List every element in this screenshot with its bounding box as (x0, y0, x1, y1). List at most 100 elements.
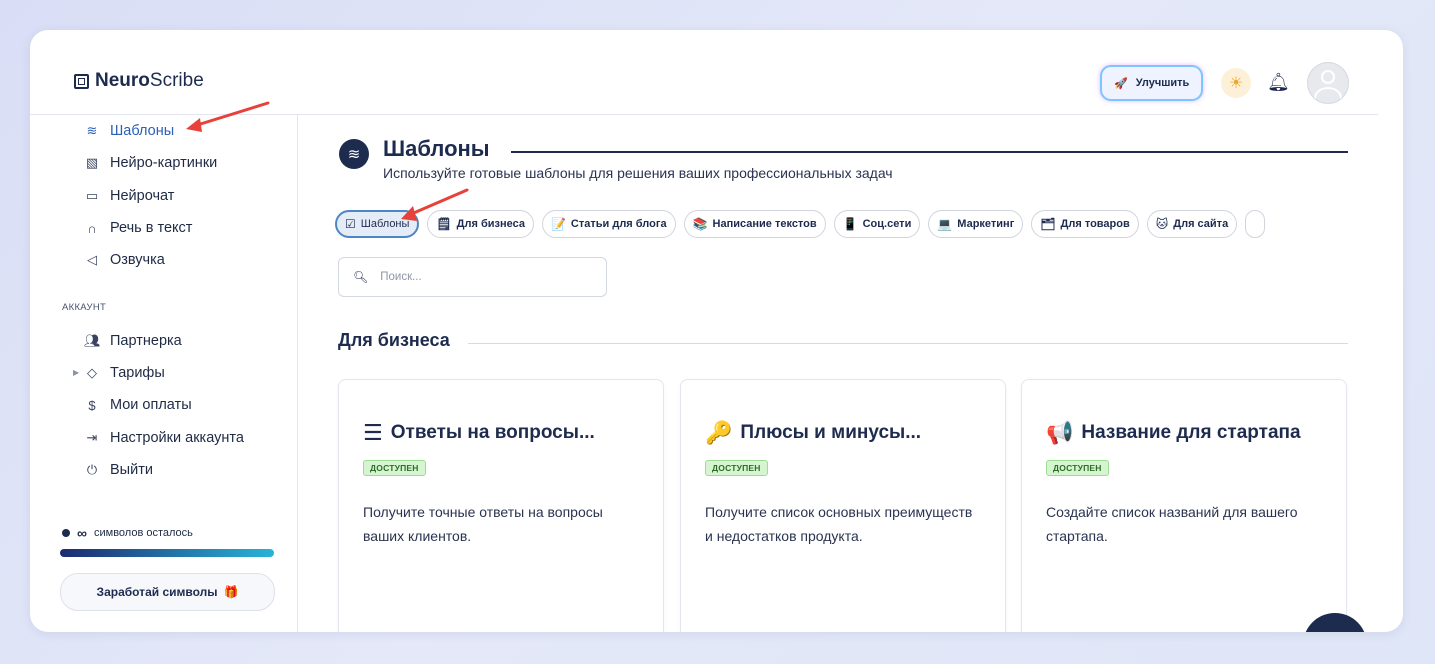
title-divider (511, 151, 1348, 153)
category-chips: ☑ Шаблоны 🗒 Для бизнеса 📝 Статьи для бло… (335, 210, 1266, 238)
logo-regular: Scribe (149, 70, 204, 91)
status-badge: ДОСТУПЕН (1046, 460, 1109, 476)
speaker-icon: ◁ (87, 252, 97, 267)
sidebar-item-voiceover[interactable]: ◁ Озвучка (84, 252, 165, 268)
symbols-progress-fill (60, 549, 274, 557)
logo-icon (74, 73, 89, 89)
symbols-counter: ∞ символов осталось (62, 525, 193, 541)
sidebar-item-label: Шаблоны (110, 123, 175, 139)
page-subtitle: Используйте готовые шаблоны для решения … (383, 165, 893, 181)
chat-icon: ▭ (85, 188, 99, 203)
chip-blog[interactable]: 📝 Статьи для блога (541, 210, 676, 238)
card-title-text: Ответы на вопросы... (390, 422, 595, 443)
layers-icon: ≋ (86, 123, 98, 138)
card-title: ☰ Ответы на вопросы... (363, 420, 595, 446)
chip-more[interactable] (1245, 210, 1266, 238)
page-title: Шаблоны (383, 136, 490, 161)
chip-products[interactable]: 🗂 Для товаров (1031, 210, 1139, 238)
search-icon: 🔍︎ (353, 270, 369, 284)
chip-label: Для сайта (1173, 218, 1229, 230)
chip-business[interactable]: 🗒 Для бизнеса (427, 210, 534, 238)
sidebar-item-templates[interactable]: ≋ Шаблоны (84, 123, 175, 139)
upgrade-label: Улучшить (1135, 77, 1190, 89)
sidebar-item-payments[interactable]: $ Мои оплаты (84, 397, 192, 413)
sidebar-item-label: Партнерка (110, 333, 182, 349)
memo-icon: 📝 (550, 217, 566, 231)
account-section-label: АККАУНТ (62, 302, 107, 313)
top-bar: NeuroScribe 🚀 Улучшить ☀ 🔔︎ (30, 30, 1378, 115)
section-divider (468, 343, 1348, 344)
users-icon: 👥︎ (84, 333, 101, 348)
sidebar-item-neuro-images[interactable]: ▧ Нейро-картинки (84, 155, 217, 171)
image-icon: ▧ (85, 155, 99, 170)
sidebar-item-label: Мои оплаты (110, 397, 192, 413)
chip-templates[interactable]: ☑ Шаблоны (335, 210, 420, 238)
upgrade-button[interactable]: 🚀 Улучшить (1102, 67, 1202, 99)
key-icon: 🔑 (705, 420, 733, 445)
card-title: 🔑 Плюсы и минусы... (705, 420, 921, 446)
chip-website[interactable]: 🐱 Для сайта (1146, 210, 1238, 238)
sidebar-item-label: Нейро-картинки (110, 155, 218, 171)
chip-marketing[interactable]: 💻 Маркетинг (928, 210, 1024, 238)
sidebar-item-label: Тарифы (110, 365, 165, 381)
status-badge: ДОСТУПЕН (705, 460, 768, 476)
chip-label: Шаблоны (360, 218, 410, 230)
app-window: NeuroScribe 🚀 Улучшить ☀ 🔔︎ ≋ Шаблоны ▧ … (30, 30, 1403, 632)
books-icon: 📚 (692, 217, 708, 231)
layers-icon: ≋ (339, 139, 369, 169)
card-description: Создайте список названий для вашего стар… (1046, 504, 1298, 544)
sidebar-item-account-settings[interactable]: ⇥ Настройки аккаунта (84, 430, 244, 446)
earn-symbols-button[interactable]: Заработай символы 🎁 (60, 573, 275, 611)
checkbox-icon: ☑ (345, 217, 356, 231)
chip-label: Написание текстов (712, 218, 817, 230)
dollar-icon: $ (88, 397, 96, 413)
sidebar-item-neurochat[interactable]: ▭ Нейрочат (84, 188, 175, 204)
card-title-text: Название для стартапа (1081, 422, 1301, 443)
sidebar-item-tariffs[interactable]: ◇ Тарифы (84, 365, 165, 381)
sidebar-item-label: Настройки аккаунта (110, 430, 244, 446)
expand-caret-icon[interactable]: ▶ (73, 368, 79, 377)
chip-writing[interactable]: 📚 Написание текстов (683, 210, 826, 238)
logo[interactable]: NeuroScribe (74, 70, 204, 92)
avatar[interactable] (1307, 62, 1349, 104)
sidebar-item-label: Озвучка (110, 252, 165, 268)
theme-toggle-sun-icon[interactable]: ☀ (1221, 68, 1251, 98)
chip-label: Статьи для блога (570, 218, 667, 230)
sidebar-item-partners[interactable]: 👥︎ Партнерка (84, 333, 182, 349)
power-icon: ⏻ (86, 462, 98, 477)
gift-icon: 🎁 (223, 585, 239, 599)
earn-label: Заработай символы (96, 585, 218, 599)
symbols-label: символов осталось (93, 527, 193, 539)
sidebar-item-label: Речь в текст (110, 220, 193, 236)
laptop-icon: 💻 (937, 217, 953, 231)
section-title: Для бизнеса (338, 330, 450, 350)
template-card[interactable]: 📢 Название для стартапа ДОСТУПЕН Создайт… (1021, 379, 1347, 632)
chip-label: Для бизнеса (456, 218, 525, 230)
phone-icon: 📱 (842, 217, 858, 231)
card-index-icon: 🗂 (1040, 217, 1056, 231)
chip-label: Соц.сети (862, 218, 912, 230)
megaphone-icon: 📢 (1046, 420, 1074, 445)
template-card[interactable]: ☰ Ответы на вопросы... ДОСТУПЕН Получите… (338, 379, 664, 632)
logo-bold: Neuro (95, 70, 150, 91)
chip-social[interactable]: 📱 Соц.сети (833, 210, 921, 238)
sidebar-item-speech-to-text[interactable]: ∩ Речь в текст (84, 220, 192, 236)
sidebar-item-logout[interactable]: ⏻ Выйти (84, 462, 153, 478)
headphones-icon: ∩ (87, 220, 97, 236)
sidebar-item-label: Выйти (110, 462, 153, 478)
search-box[interactable]: 🔍︎ (338, 257, 607, 297)
card-description: Получите список основных преимуществ и н… (705, 504, 973, 544)
bell-icon[interactable]: 🔔︎ (1267, 72, 1290, 93)
login-icon: ⇥ (86, 430, 98, 445)
sidebar: ≋ Шаблоны ▧ Нейро-картинки ▭ Нейрочат ∩ … (30, 115, 298, 632)
template-card[interactable]: 🔑 Плюсы и минусы... ДОСТУПЕН Получите сп… (680, 379, 1006, 632)
symbols-progress-bar (60, 549, 274, 557)
main-content: ≋ Шаблоны Используйте готовые шаблоны дл… (298, 115, 1378, 632)
search-input[interactable] (378, 270, 583, 284)
symbols-value: ∞ (77, 525, 87, 541)
list-icon: ☰ (363, 420, 383, 445)
card-title-text: Плюсы и минусы... (740, 422, 922, 443)
status-dot (62, 529, 70, 537)
chip-label: Маркетинг (957, 218, 1015, 230)
status-badge: ДОСТУПЕН (363, 460, 426, 476)
